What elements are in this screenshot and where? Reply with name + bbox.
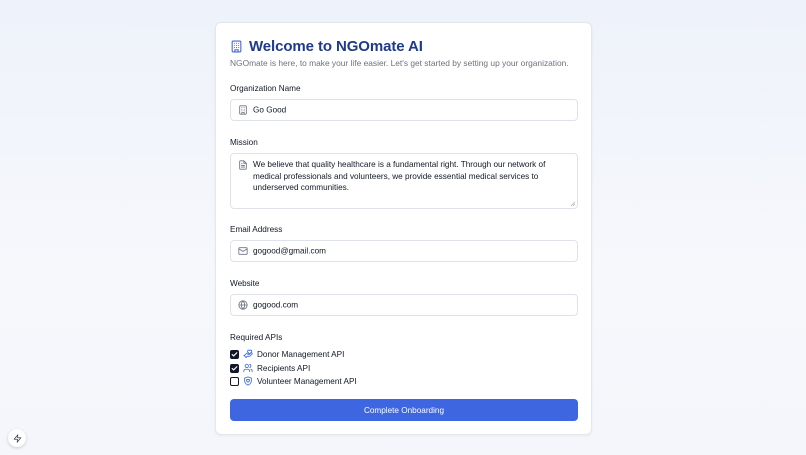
checkmark-icon (231, 351, 238, 357)
volunteer-management-label: Volunteer Management API (257, 376, 357, 386)
recipients-checkbox[interactable] (230, 363, 239, 373)
organization-name-label: Organization Name (230, 84, 301, 93)
volunteer-management-checkbox[interactable] (230, 376, 239, 386)
email-value: gogood@gmail.com (253, 246, 326, 256)
website-value: gogood.com (253, 300, 299, 310)
donor-management-label: Donor Management API (257, 349, 345, 359)
onboarding-card: Welcome to NGOmate AI NGOmate is here, t… (215, 22, 592, 435)
recipients-label: Recipients API (257, 363, 311, 373)
required-apis-label: Required APIs (230, 333, 283, 342)
mail-icon (238, 247, 248, 255)
api-option-donor-management[interactable]: Donor Management API (230, 349, 344, 359)
document-icon (239, 160, 247, 170)
shield-heart-icon (244, 376, 252, 386)
email-label: Email Address (230, 225, 283, 234)
api-option-recipients[interactable]: Recipients API (230, 363, 310, 373)
mission-value: We believe that quality healthcare is a … (253, 160, 546, 192)
website-field[interactable]: gogood.com (230, 294, 578, 316)
page-title: Welcome to NGOmate AI (249, 38, 423, 55)
email-field[interactable]: gogood@gmail.com (230, 240, 578, 262)
floating-action-button[interactable] (8, 429, 26, 447)
mission-label: Mission (230, 138, 258, 147)
api-option-volunteer-management[interactable]: Volunteer Management API (230, 376, 357, 386)
globe-icon (238, 300, 248, 310)
resize-handle-icon[interactable] (570, 201, 575, 206)
hand-heart-icon (243, 349, 253, 359)
organization-name-value: Go Good (253, 105, 287, 115)
complete-onboarding-button[interactable]: Complete Onboarding (230, 399, 578, 421)
building-icon (231, 40, 242, 53)
title-row: Welcome to NGOmate AI (230, 38, 423, 55)
organization-name-field[interactable]: Go Good (230, 99, 578, 121)
mission-textarea[interactable]: We believe that quality healthcare is a … (230, 153, 578, 209)
users-icon (243, 363, 253, 373)
page-subtitle: NGOmate is here, to make your life easie… (230, 58, 569, 68)
lightning-bolt-icon (13, 433, 21, 443)
donor-management-checkbox[interactable] (230, 349, 239, 359)
website-label: Website (230, 279, 260, 288)
building-icon (239, 105, 247, 115)
checkmark-icon (231, 365, 238, 371)
